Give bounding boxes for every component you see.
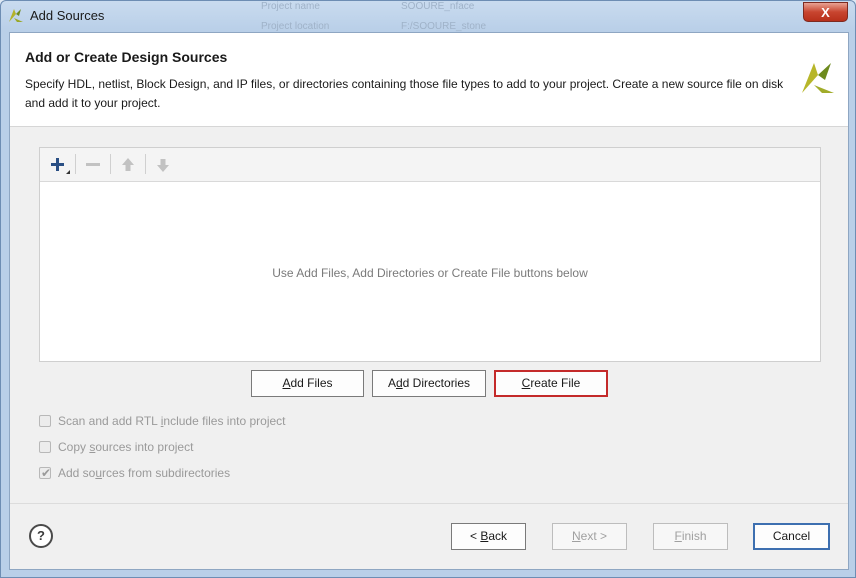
- help-button[interactable]: ?: [29, 524, 53, 548]
- background-text: SOOURE_nface: [401, 1, 475, 12]
- background-window-text: Project name SOOURE_nface Project locati…: [211, 1, 591, 32]
- empty-files-message: Use Add Files, Add Directories or Create…: [272, 266, 588, 280]
- vivado-logo-icon: [802, 63, 834, 93]
- cancel-button[interactable]: Cancel: [753, 523, 830, 550]
- add-icon[interactable]: [48, 154, 70, 176]
- remove-icon[interactable]: [82, 154, 104, 176]
- dialog-content: Add or Create Design Sources Specify HDL…: [9, 32, 849, 570]
- wizard-header: Add or Create Design Sources Specify HDL…: [10, 33, 848, 127]
- dialog-window: Add Sources Project name SOOURE_nface Pr…: [0, 0, 856, 578]
- window-title: Add Sources: [30, 8, 105, 23]
- page-title: Add or Create Design Sources: [25, 49, 228, 65]
- back-button[interactable]: < Back: [451, 523, 526, 550]
- title-bar[interactable]: Add Sources Project name SOOURE_nface Pr…: [1, 1, 855, 32]
- toolbar-separator: [145, 154, 146, 174]
- background-text: F:/SOOURE_stone: [401, 21, 487, 32]
- move-up-icon[interactable]: [117, 154, 139, 176]
- toolbar-separator: [75, 154, 76, 174]
- background-text: Project name: [261, 1, 320, 12]
- page-description: Specify HDL, netlist, Block Design, and …: [25, 77, 784, 110]
- next-button[interactable]: Next >: [552, 523, 627, 550]
- source-files-panel: Use Add Files, Add Directories or Create…: [39, 147, 821, 362]
- background-text: Project location: [261, 21, 330, 32]
- create-file-button[interactable]: Create File: [494, 370, 608, 397]
- checkbox-label: Scan and add RTL include files into proj…: [58, 414, 286, 428]
- finish-button[interactable]: Finish: [653, 523, 728, 550]
- close-button[interactable]: X: [803, 2, 848, 22]
- help-icon: ?: [37, 528, 45, 543]
- add-files-button[interactable]: Add Files: [251, 370, 364, 397]
- footer-divider: [10, 503, 848, 504]
- checkbox-box[interactable]: [39, 441, 51, 453]
- vivado-logo-icon: [9, 9, 23, 22]
- checkbox-label: Add sources from subdirectories: [58, 466, 231, 480]
- files-toolbar: [40, 148, 820, 182]
- add-directories-button[interactable]: Add Directories: [372, 370, 486, 397]
- toolbar-separator: [110, 154, 111, 174]
- checkmark-icon: ✔: [41, 466, 52, 480]
- checkbox-box[interactable]: [39, 415, 51, 427]
- move-down-icon[interactable]: [152, 154, 174, 176]
- checkbox-box[interactable]: ✔: [39, 466, 52, 480]
- close-icon: X: [821, 5, 830, 20]
- checkbox-label: Copy sources into project: [58, 440, 194, 454]
